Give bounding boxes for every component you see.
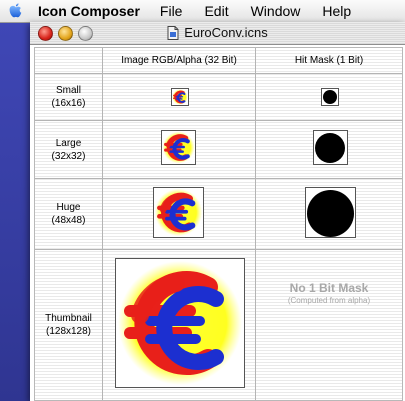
icon-grid: Image RGB/Alpha (32 Bit) Hit Mask (1 Bit… <box>34 47 403 401</box>
no-mask-title: No 1 Bit Mask <box>289 281 369 295</box>
row-name: Large <box>55 137 82 149</box>
row-size: (128x128) <box>45 326 92 337</box>
row-name: Thumbnail <box>45 313 92 324</box>
mask-shape <box>315 133 345 163</box>
document-window: EuroConv.icns Image RGB/Alpha (32 Bit) H… <box>30 22 405 401</box>
mask-shape <box>307 190 354 237</box>
mask-shape <box>323 90 337 104</box>
mask-well-small[interactable] <box>321 88 339 106</box>
mask-well-huge[interactable] <box>305 187 356 238</box>
euro-icon <box>154 188 203 237</box>
menu-app-name[interactable]: Icon Composer <box>38 3 140 19</box>
document-icon <box>167 25 179 40</box>
row-size: (32x32) <box>51 150 86 162</box>
menu-edit[interactable]: Edit <box>204 3 228 19</box>
row-size: (16x16) <box>51 98 86 109</box>
row-size: (48x48) <box>51 215 86 226</box>
menu-window[interactable]: Window <box>251 3 301 19</box>
window-titlebar[interactable]: EuroConv.icns <box>30 22 405 45</box>
apple-menu-icon[interactable] <box>6 2 24 20</box>
row-label-small: Small (16x16) <box>35 74 102 120</box>
menu-bar: Icon Composer File Edit Window Help <box>0 0 405 23</box>
euro-icon <box>171 88 189 106</box>
menu-file[interactable]: File <box>160 3 183 19</box>
row-label-huge: Huge (48x48) <box>35 179 102 249</box>
window-title: EuroConv.icns <box>184 25 268 40</box>
row-name: Small <box>55 85 81 96</box>
column-header-hit-mask: Hit Mask (1 Bit) <box>294 55 364 66</box>
mask-well-large[interactable] <box>313 130 348 165</box>
window-title-area: EuroConv.icns <box>30 25 405 40</box>
row-name: Huge <box>56 202 81 213</box>
image-well-large[interactable] <box>161 130 196 165</box>
grid-divider <box>255 48 256 400</box>
row-label-thumbnail: Thumbnail (128x128) <box>35 250 102 400</box>
column-header-image: Image RGB/Alpha (32 Bit) <box>121 55 237 66</box>
row-label-large: Large (32x32) <box>35 121 102 178</box>
euro-icon <box>162 131 195 164</box>
no-mask-message: No 1 Bit Mask (Computed from alpha) <box>256 281 402 305</box>
no-mask-subtitle: (Computed from alpha) <box>287 296 371 305</box>
euro-icon <box>116 259 244 387</box>
grid-divider <box>102 48 103 400</box>
image-well-thumbnail[interactable] <box>115 258 245 388</box>
image-well-huge[interactable] <box>153 187 204 238</box>
image-well-small[interactable] <box>171 88 189 106</box>
menu-help[interactable]: Help <box>322 3 351 19</box>
